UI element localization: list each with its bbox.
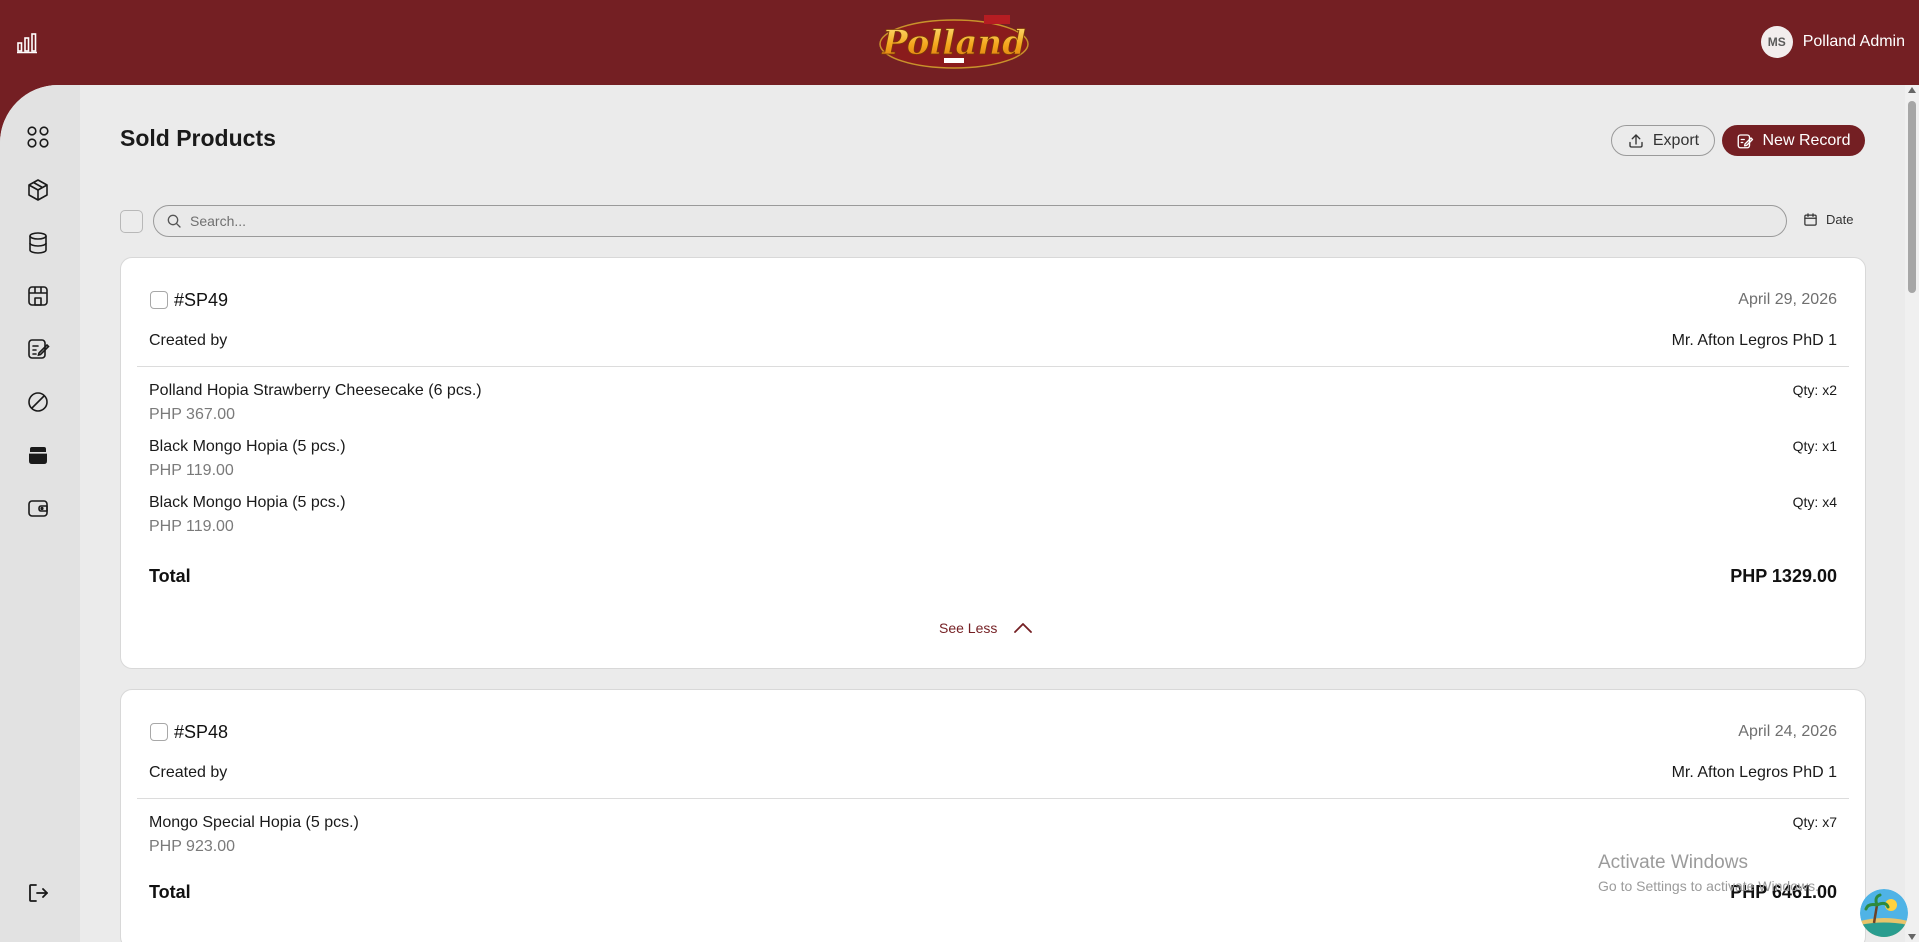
record-card: #SP48 April 24, 2026 Created by Mr. Afto… xyxy=(120,689,1866,942)
item-name: Polland Hopia Strawberry Cheesecake (6 p… xyxy=(149,382,482,399)
see-less-label: See Less xyxy=(939,620,998,636)
record-id: #SP48 xyxy=(174,722,229,742)
divider xyxy=(137,366,1849,367)
wallet-icon[interactable] xyxy=(22,492,54,524)
see-less-button[interactable]: See Less xyxy=(939,620,1033,636)
search-input[interactable] xyxy=(190,213,1770,229)
new-record-label: New Record xyxy=(1762,131,1851,149)
export-label: Export xyxy=(1652,131,1700,149)
page-title: Sold Products xyxy=(120,125,276,151)
new-record-button[interactable]: New Record xyxy=(1722,125,1865,156)
calendar-icon xyxy=(1804,213,1817,226)
created-by-label: Created by xyxy=(149,332,228,349)
export-button[interactable]: Export xyxy=(1611,125,1715,156)
bar-chart-icon[interactable] xyxy=(14,30,40,56)
total-label: Total xyxy=(149,882,191,902)
total-label: Total xyxy=(149,566,191,586)
date-filter-label: Date xyxy=(1826,212,1854,227)
beach-avatar-icon[interactable] xyxy=(1860,889,1908,937)
item-name: Mongo Special Hopia (5 pcs.) xyxy=(149,814,359,831)
user-name[interactable]: Polland Admin xyxy=(1803,33,1905,51)
edit-note-icon xyxy=(1738,133,1754,148)
top-bar: Polland MS Polland Admin xyxy=(0,0,1919,86)
products-box-icon[interactable] xyxy=(22,174,54,206)
date-filter[interactable]: Date xyxy=(1803,212,1853,227)
avatar[interactable]: MS xyxy=(1760,26,1793,58)
database-icon[interactable] xyxy=(22,227,54,259)
item-price: PHP 367.00 xyxy=(149,406,235,423)
item-qty: Qty: x1 xyxy=(1792,438,1837,454)
watermark-subtitle: Go to Settings to activate Windows. xyxy=(1598,878,1819,894)
search-icon xyxy=(167,214,181,228)
record-id: #SP49 xyxy=(174,290,229,310)
polland-logo[interactable]: Polland xyxy=(876,12,1032,72)
sold-products-basket-icon[interactable] xyxy=(22,439,54,471)
edit-records-icon[interactable] xyxy=(22,333,54,365)
upload-icon xyxy=(1629,133,1643,148)
app-shell: Sold Products Export New Record Date #SP… xyxy=(0,85,1919,942)
sidebar xyxy=(0,85,80,942)
svg-text:Polland: Polland xyxy=(881,23,1026,63)
record-checkbox[interactable] xyxy=(150,291,168,309)
scroll-down-arrow-icon[interactable] xyxy=(1908,934,1916,940)
item-price: PHP 119.00 xyxy=(149,518,234,535)
created-by-value: Mr. Afton Legros PhD 1 xyxy=(1671,764,1837,781)
ban-icon[interactable] xyxy=(22,386,54,418)
item-name: Black Mongo Hopia (5 pcs.) xyxy=(149,438,346,455)
created-by-value: Mr. Afton Legros PhD 1 xyxy=(1671,332,1837,349)
watermark-title: Activate Windows xyxy=(1598,852,1748,873)
record-date: April 29, 2026 xyxy=(1738,291,1837,308)
created-by-label: Created by xyxy=(149,764,228,781)
dashboard-grid-icon[interactable] xyxy=(22,121,54,153)
record-date: April 24, 2026 xyxy=(1738,723,1837,740)
item-name: Black Mongo Hopia (5 pcs.) xyxy=(149,494,346,511)
divider xyxy=(137,798,1849,799)
item-qty: Qty: x2 xyxy=(1792,382,1837,398)
activate-windows-watermark: Activate Windows Go to Settings to activ… xyxy=(1598,852,1819,894)
scroll-thumb[interactable] xyxy=(1908,101,1916,293)
user-menu[interactable]: MS Polland Admin xyxy=(1760,25,1905,59)
store-icon[interactable] xyxy=(22,280,54,312)
item-qty: Qty: x4 xyxy=(1792,494,1837,510)
logout-icon[interactable] xyxy=(22,877,54,909)
total-value: PHP 1329.00 xyxy=(1730,566,1837,586)
scroll-up-arrow-icon[interactable] xyxy=(1908,87,1916,93)
record-checkbox[interactable] xyxy=(150,723,168,741)
item-qty: Qty: x7 xyxy=(1792,814,1837,830)
item-price: PHP 119.00 xyxy=(149,462,234,479)
search-bar[interactable] xyxy=(153,205,1787,237)
record-card: #SP49 April 29, 2026 Created by Mr. Afto… xyxy=(120,257,1866,669)
scrollbar[interactable] xyxy=(1905,85,1919,942)
chevron-up-icon xyxy=(1014,623,1033,633)
select-all-checkbox[interactable] xyxy=(120,210,143,233)
item-price: PHP 923.00 xyxy=(149,838,235,855)
